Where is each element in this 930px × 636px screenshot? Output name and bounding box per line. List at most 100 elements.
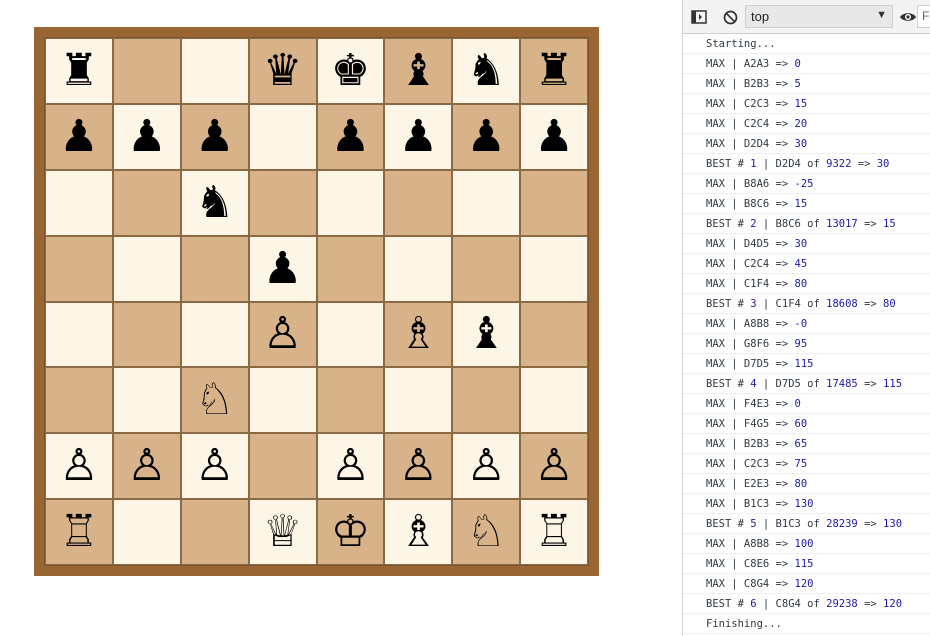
- white-pawn-icon[interactable]: ♙: [466, 444, 505, 488]
- black-pawn-icon[interactable]: ♟: [466, 114, 505, 159]
- black-pawn-icon[interactable]: ♟: [127, 114, 166, 159]
- square-b6[interactable]: [112, 169, 181, 236]
- square-a5[interactable]: [45, 235, 113, 302]
- black-knight-icon[interactable]: ♞: [466, 48, 505, 93]
- square-a8[interactable]: ♜: [45, 38, 113, 104]
- square-g2[interactable]: ♙: [452, 433, 521, 500]
- square-c2[interactable]: ♙: [180, 433, 249, 500]
- clear-console-icon[interactable]: [721, 8, 739, 26]
- white-pawn-icon[interactable]: ♙: [331, 444, 370, 488]
- black-pawn-icon[interactable]: ♟: [534, 114, 573, 159]
- square-h3[interactable]: [520, 367, 588, 434]
- black-bishop-icon[interactable]: ♝: [399, 48, 438, 93]
- white-pawn-icon[interactable]: ♙: [195, 444, 234, 488]
- square-g4[interactable]: ♝: [452, 301, 521, 368]
- black-queen-icon[interactable]: ♛: [263, 48, 302, 93]
- square-e4[interactable]: [316, 301, 385, 368]
- square-a4[interactable]: [45, 301, 113, 368]
- black-bishop-icon[interactable]: ♝: [466, 312, 505, 356]
- square-c7[interactable]: ♟: [180, 103, 249, 170]
- square-a1[interactable]: ♖: [45, 499, 113, 565]
- square-e2[interactable]: ♙: [316, 433, 385, 500]
- square-h6[interactable]: [520, 169, 588, 236]
- white-bishop-icon[interactable]: ♗: [399, 510, 438, 554]
- square-h1[interactable]: ♖: [520, 499, 588, 565]
- square-g1[interactable]: ♘: [452, 499, 521, 565]
- black-pawn-icon[interactable]: ♟: [399, 114, 438, 159]
- black-king-icon[interactable]: ♚: [331, 48, 370, 93]
- square-f1[interactable]: ♗: [384, 499, 453, 565]
- black-pawn-icon[interactable]: ♟: [195, 114, 234, 159]
- square-e8[interactable]: ♚: [316, 38, 385, 104]
- white-bishop-icon[interactable]: ♗: [399, 312, 438, 356]
- white-knight-icon[interactable]: ♘: [466, 510, 505, 554]
- square-c1[interactable]: [180, 499, 249, 565]
- square-c3[interactable]: ♘: [180, 367, 249, 434]
- black-knight-icon[interactable]: ♞: [195, 180, 234, 225]
- square-d7[interactable]: [248, 103, 317, 170]
- square-f7[interactable]: ♟: [384, 103, 453, 170]
- square-h8[interactable]: ♜: [520, 38, 588, 104]
- square-e5[interactable]: [316, 235, 385, 302]
- square-f5[interactable]: [384, 235, 453, 302]
- square-a7[interactable]: ♟: [45, 103, 113, 170]
- square-e1[interactable]: ♔: [316, 499, 385, 565]
- square-h5[interactable]: [520, 235, 588, 302]
- square-f3[interactable]: [384, 367, 453, 434]
- square-d3[interactable]: [248, 367, 317, 434]
- square-e6[interactable]: [316, 169, 385, 236]
- square-g6[interactable]: [452, 169, 521, 236]
- white-pawn-icon[interactable]: ♙: [534, 444, 573, 488]
- white-pawn-icon[interactable]: ♙: [263, 312, 302, 356]
- filter-input[interactable]: Filter: [917, 5, 930, 28]
- black-pawn-icon[interactable]: ♟: [59, 114, 98, 159]
- square-d4[interactable]: ♙: [248, 301, 317, 368]
- square-g7[interactable]: ♟: [452, 103, 521, 170]
- square-h4[interactable]: [520, 301, 588, 368]
- square-g8[interactable]: ♞: [452, 38, 521, 104]
- square-a2[interactable]: ♙: [45, 433, 113, 500]
- white-king-icon[interactable]: ♔: [331, 510, 370, 554]
- white-knight-icon[interactable]: ♘: [195, 378, 234, 422]
- square-b2[interactable]: ♙: [112, 433, 181, 500]
- square-d5[interactable]: ♟: [248, 235, 317, 302]
- square-e3[interactable]: [316, 367, 385, 434]
- square-g3[interactable]: [452, 367, 521, 434]
- square-d6[interactable]: [248, 169, 317, 236]
- white-queen-icon[interactable]: ♕: [263, 510, 302, 554]
- square-b7[interactable]: ♟: [112, 103, 181, 170]
- square-h2[interactable]: ♙: [520, 433, 588, 500]
- square-b8[interactable]: [112, 38, 181, 104]
- black-pawn-icon[interactable]: ♟: [331, 114, 370, 159]
- square-b5[interactable]: [112, 235, 181, 302]
- square-c8[interactable]: [180, 38, 249, 104]
- black-rook-icon[interactable]: ♜: [534, 48, 573, 93]
- square-b4[interactable]: [112, 301, 181, 368]
- white-pawn-icon[interactable]: ♙: [127, 444, 166, 488]
- square-d8[interactable]: ♛: [248, 38, 317, 104]
- square-c5[interactable]: [180, 235, 249, 302]
- white-rook-icon[interactable]: ♖: [534, 510, 573, 554]
- black-rook-icon[interactable]: ♜: [59, 48, 98, 93]
- white-pawn-icon[interactable]: ♙: [399, 444, 438, 488]
- square-d2[interactable]: [248, 433, 317, 500]
- show-sidebar-icon[interactable]: [690, 8, 708, 26]
- live-expression-eye-icon[interactable]: [899, 8, 917, 26]
- square-a6[interactable]: [45, 169, 113, 236]
- square-b1[interactable]: [112, 499, 181, 565]
- black-pawn-icon[interactable]: ♟: [263, 246, 302, 291]
- square-d1[interactable]: ♕: [248, 499, 317, 565]
- white-pawn-icon[interactable]: ♙: [59, 444, 98, 488]
- square-b3[interactable]: [112, 367, 181, 434]
- white-rook-icon[interactable]: ♖: [59, 510, 98, 554]
- square-f6[interactable]: [384, 169, 453, 236]
- square-a3[interactable]: [45, 367, 113, 434]
- square-f2[interactable]: ♙: [384, 433, 453, 500]
- square-c4[interactable]: [180, 301, 249, 368]
- square-f4[interactable]: ♗: [384, 301, 453, 368]
- square-g5[interactable]: [452, 235, 521, 302]
- square-f8[interactable]: ♝: [384, 38, 453, 104]
- context-selector[interactable]: top ▼: [745, 5, 893, 28]
- square-h7[interactable]: ♟: [520, 103, 588, 170]
- square-e7[interactable]: ♟: [316, 103, 385, 170]
